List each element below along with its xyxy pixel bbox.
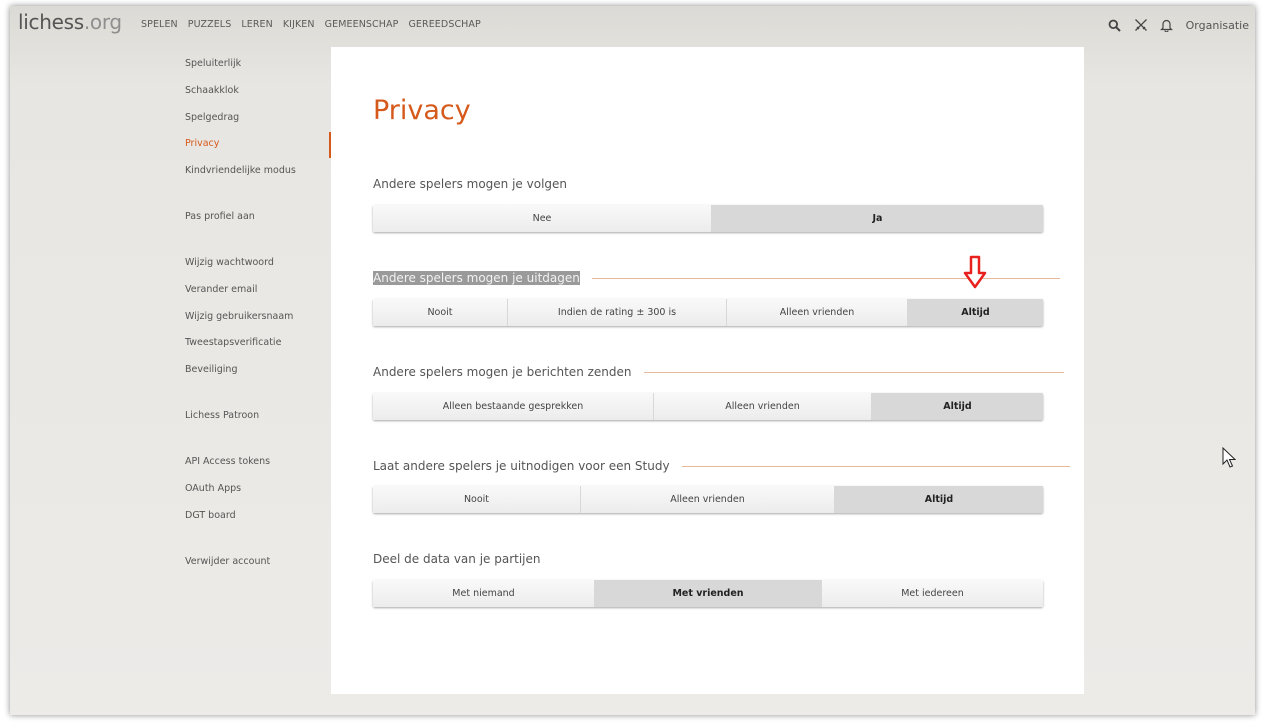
challenge-option-group: Nooit Indien de rating ± 300 is Alleen v… xyxy=(373,299,1043,326)
nav-gereedschap[interactable]: GEREEDSCHAP xyxy=(408,19,480,30)
sidebar-item-verwijder-account[interactable]: Verwijder account xyxy=(185,556,270,567)
study-option-alleen-vrienden[interactable]: Alleen vrienden xyxy=(581,486,835,513)
sidebar-item-oauth-apps[interactable]: OAuth Apps xyxy=(185,483,241,494)
bell-icon[interactable] xyxy=(1158,16,1176,34)
data-option-group: Met niemand Met vrienden Met iedereen xyxy=(373,580,1043,607)
section-follow-label: Andere spelers mogen je volgen xyxy=(373,177,567,191)
mouse-cursor-icon xyxy=(1222,446,1237,473)
challenge-option-altijd[interactable]: Altijd xyxy=(908,299,1043,326)
top-nav: SPELEN PUZZELS LEREN KIJKEN GEMEENSCHAP … xyxy=(141,19,491,30)
follow-option-nee[interactable]: Nee xyxy=(373,205,712,232)
data-option-met-iedereen[interactable]: Met iedereen xyxy=(822,580,1043,607)
nav-kijken[interactable]: KIJKEN xyxy=(283,19,315,30)
down-arrow-icon xyxy=(963,255,987,293)
messages-option-alleen-vrienden[interactable]: Alleen vrienden xyxy=(654,393,872,420)
lichess-logo[interactable]: lichess.org xyxy=(18,10,122,34)
section-study-text: Laat andere spelers je uitnodigen voor e… xyxy=(373,459,670,473)
section-follow-text: Andere spelers mogen je volgen xyxy=(373,177,568,191)
browser-frame: lichess.org SPELEN PUZZELS LEREN KIJKEN … xyxy=(10,6,1255,715)
sidebar-item-beveiliging[interactable]: Beveiliging xyxy=(185,364,237,375)
sidebar-item-spelgedrag[interactable]: Spelgedrag xyxy=(185,112,239,123)
sidebar-item-tweestapsverificatie[interactable]: Tweestapsverificatie xyxy=(185,337,281,348)
organisation-link[interactable]: Organisatie xyxy=(1186,19,1249,32)
sidebar-item-verander-email[interactable]: Verander email xyxy=(185,284,257,295)
study-option-altijd[interactable]: Altijd xyxy=(835,486,1043,513)
challenge-option-rating[interactable]: Indien de rating ± 300 is xyxy=(508,299,727,326)
study-option-nooit[interactable]: Nooit xyxy=(373,486,581,513)
section-divider xyxy=(591,277,1060,279)
nav-puzzels[interactable]: PUZZELS xyxy=(188,19,232,30)
study-option-group: Nooit Alleen vrienden Altijd xyxy=(373,486,1043,513)
section-messages-label: Andere spelers mogen je berichten zenden xyxy=(373,365,1064,379)
section-challenge-label: Andere spelers mogen je uitdagen xyxy=(373,271,1060,285)
privacy-settings-card: Privacy Andere spelers mogen je volgen N… xyxy=(331,47,1084,694)
nav-leren[interactable]: LEREN xyxy=(241,19,273,30)
section-messages-text: Andere spelers mogen je berichten zenden xyxy=(373,365,632,379)
messages-option-bestaande[interactable]: Alleen bestaande gesprekken xyxy=(373,393,654,420)
logo-tld: .org xyxy=(83,10,122,34)
messages-option-group: Alleen bestaande gesprekken Alleen vrien… xyxy=(373,393,1043,420)
sidebar-item-speluiterlijk[interactable]: Speluiterlijk xyxy=(185,58,241,69)
page-title: Privacy xyxy=(373,95,471,126)
sidebar-item-dgt-board[interactable]: DGT board xyxy=(185,510,236,521)
section-challenge-text: Andere spelers mogen je uitdagen xyxy=(373,271,580,285)
nav-gemeenschap[interactable]: GEMEENSCHAP xyxy=(325,19,399,30)
challenge-option-alleen-vrienden[interactable]: Alleen vrienden xyxy=(727,299,908,326)
section-data-label: Deel de data van je partijen xyxy=(373,552,540,566)
follow-option-ja[interactable]: Ja xyxy=(712,205,1043,232)
sidebar-item-schaakklok[interactable]: Schaakklok xyxy=(185,85,239,96)
challenge-option-nooit[interactable]: Nooit xyxy=(373,299,508,326)
logo-main: lichess xyxy=(18,10,84,34)
sidebar-item-privacy[interactable]: Privacy xyxy=(185,138,219,149)
sidebar-item-kindvriendelijke-modus[interactable]: Kindvriendelijke modus xyxy=(185,165,296,176)
sidebar-item-api-access-tokens[interactable]: API Access tokens xyxy=(185,456,270,467)
data-option-met-niemand[interactable]: Met niemand xyxy=(373,580,595,607)
messages-option-altijd[interactable]: Altijd xyxy=(872,393,1043,420)
search-icon[interactable] xyxy=(1106,16,1124,34)
header-actions: Organisatie xyxy=(1098,16,1249,34)
sidebar-item-lichess-patroon[interactable]: Lichess Patroon xyxy=(185,410,259,421)
section-divider xyxy=(681,465,1070,467)
data-option-met-vrienden[interactable]: Met vrienden xyxy=(595,580,822,607)
section-divider xyxy=(643,371,1064,373)
nav-spelen[interactable]: SPELEN xyxy=(141,19,178,30)
sidebar-item-wijzig-wachtwoord[interactable]: Wijzig wachtwoord xyxy=(185,257,274,268)
section-study-label: Laat andere spelers je uitnodigen voor e… xyxy=(373,459,1070,473)
sidebar-item-wijzig-gebruikersnaam[interactable]: Wijzig gebruikersnaam xyxy=(185,311,293,322)
follow-option-group: Nee Ja xyxy=(373,205,1043,232)
section-data-text: Deel de data van je partijen xyxy=(373,552,541,566)
crossed-swords-icon[interactable] xyxy=(1132,16,1150,34)
sidebar-item-pas-profiel-aan[interactable]: Pas profiel aan xyxy=(185,211,255,222)
